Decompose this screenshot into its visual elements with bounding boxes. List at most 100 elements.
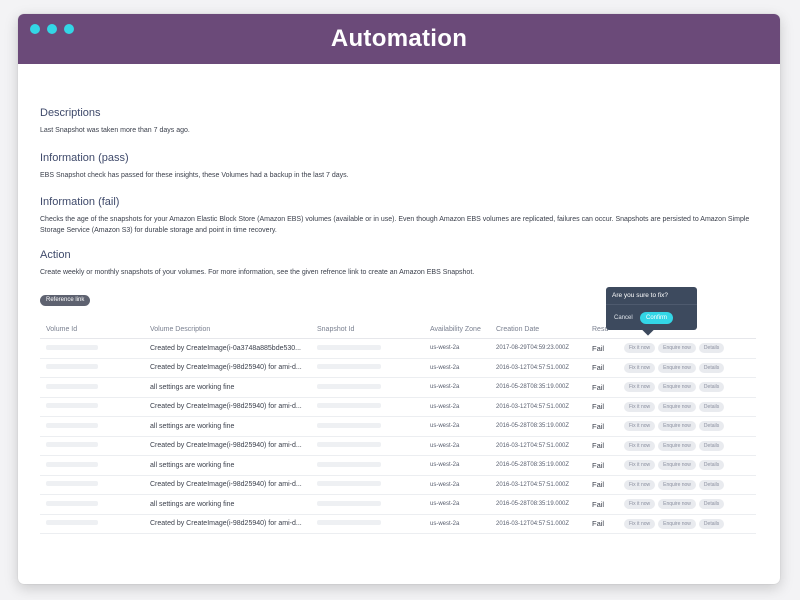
fix-it-now-button[interactable]: Fix it now bbox=[624, 421, 656, 432]
cell-volume-id bbox=[40, 494, 144, 515]
popover-cancel-button[interactable]: Cancel bbox=[614, 315, 633, 321]
cell-creation-date: 2016-05-28T08:35:19.000Z bbox=[490, 494, 586, 515]
redacted-volume-id bbox=[46, 344, 98, 350]
cell-availability-zone: us-west-2a bbox=[424, 436, 490, 456]
cell-volume-description: Created by CreateImage(i-98d25940) for a… bbox=[144, 514, 311, 534]
enquire-now-button[interactable]: Enquire now bbox=[658, 421, 696, 432]
table-row[interactable]: all settings are working fine us-west-2a 2… bbox=[40, 455, 756, 476]
table-row[interactable]: Created by CreateImage(i-98d25940) for a… bbox=[40, 397, 756, 417]
cell-volume-description: Created by CreateImage(i-98d25940) for a… bbox=[144, 436, 311, 456]
enquire-now-button[interactable]: Enquire now bbox=[658, 440, 696, 451]
cell-volume-description: all settings are working fine bbox=[144, 377, 311, 398]
enquire-now-button[interactable]: Enquire now bbox=[658, 343, 696, 354]
details-button[interactable]: Details bbox=[698, 499, 725, 510]
section-title: Descriptions bbox=[40, 107, 101, 119]
popover-confirm-button[interactable]: Confirm bbox=[640, 312, 674, 324]
fix-it-now-button[interactable]: Fix it now bbox=[624, 401, 656, 412]
cell-volume-id bbox=[40, 397, 144, 417]
column-header-volume-description[interactable]: Volume Description bbox=[144, 321, 311, 339]
table-row[interactable]: Created by CreateImage(i-98d25940) for a… bbox=[40, 358, 756, 378]
cell-snapshot-id bbox=[311, 377, 424, 398]
cell-actions: Fix it now Enquire now Details bbox=[618, 416, 756, 437]
reference-link-button[interactable]: Reference link bbox=[40, 295, 91, 306]
table-row[interactable]: Created by CreateImage(i-98d25940) for a… bbox=[40, 436, 756, 456]
enquire-now-button[interactable]: Enquire now bbox=[658, 518, 696, 529]
enquire-now-button[interactable]: Enquire now bbox=[658, 499, 696, 510]
table-row[interactable]: Created by CreateImage(i-98d25940) for a… bbox=[40, 514, 756, 534]
column-header-creation-date[interactable]: Creation Date bbox=[490, 321, 586, 339]
enquire-now-button[interactable]: Enquire now bbox=[658, 479, 696, 490]
window-dot-close[interactable] bbox=[30, 24, 40, 34]
details-button[interactable]: Details bbox=[698, 401, 725, 412]
redacted-snapshot-id bbox=[317, 481, 381, 487]
cell-volume-id bbox=[40, 377, 144, 398]
section-action: Action Create weekly or monthly snapshot… bbox=[40, 249, 758, 278]
cell-result: Fail bbox=[586, 358, 618, 378]
window-controls bbox=[30, 24, 74, 34]
details-button[interactable]: Details bbox=[698, 362, 725, 373]
redacted-volume-id bbox=[46, 481, 98, 487]
cell-snapshot-id bbox=[311, 358, 424, 378]
details-button[interactable]: Details bbox=[698, 479, 725, 490]
fix-it-now-button[interactable]: Fix it now bbox=[624, 440, 656, 451]
table-row[interactable]: Created by CreateImage(i-0a3748a885bde53… bbox=[40, 338, 756, 359]
enquire-now-button[interactable]: Enquire now bbox=[658, 401, 696, 412]
window-dot-maximize[interactable] bbox=[64, 24, 74, 34]
cell-volume-description: Created by CreateImage(i-98d25940) for a… bbox=[144, 475, 311, 495]
redacted-volume-id bbox=[46, 364, 98, 370]
redacted-volume-id bbox=[46, 520, 98, 526]
redacted-volume-id bbox=[46, 403, 98, 409]
table-row[interactable]: Created by CreateImage(i-98d25940) for a… bbox=[40, 475, 756, 495]
window-title: Automation bbox=[330, 25, 468, 52]
details-button[interactable]: Details bbox=[698, 518, 725, 529]
section-information-pass: Information (pass) EBS Snapshot check ha… bbox=[40, 152, 758, 181]
details-button[interactable]: Details bbox=[698, 440, 725, 451]
column-header-availability-zone[interactable]: Availability Zone bbox=[424, 321, 490, 339]
cell-result: Fail bbox=[586, 436, 618, 456]
section-title: Action bbox=[40, 249, 71, 261]
enquire-now-button[interactable]: Enquire now bbox=[658, 460, 696, 471]
details-button[interactable]: Details bbox=[698, 421, 725, 432]
table-row[interactable]: all settings are working fine us-west-2a 2… bbox=[40, 494, 756, 515]
cell-availability-zone: us-west-2a bbox=[424, 338, 490, 359]
redacted-volume-id bbox=[46, 500, 98, 506]
cell-volume-id bbox=[40, 416, 144, 437]
details-button[interactable]: Details bbox=[698, 343, 725, 354]
fix-it-now-button[interactable]: Fix it now bbox=[624, 518, 656, 529]
section-text: EBS Snapshot check has passed for these … bbox=[40, 172, 349, 179]
fix-it-now-button[interactable]: Fix it now bbox=[624, 343, 656, 354]
fix-it-now-button[interactable]: Fix it now bbox=[624, 479, 656, 490]
enquire-now-button[interactable]: Enquire now bbox=[658, 362, 696, 373]
cell-availability-zone: us-west-2a bbox=[424, 358, 490, 378]
cell-result: Fail bbox=[586, 455, 618, 476]
fix-it-now-button[interactable]: Fix it now bbox=[624, 499, 656, 510]
redacted-volume-id bbox=[46, 442, 98, 448]
cell-volume-description: all settings are working fine bbox=[144, 455, 311, 476]
column-header-volume-id[interactable]: Volume Id bbox=[40, 321, 144, 339]
fix-it-now-button[interactable]: Fix it now bbox=[624, 382, 656, 393]
cell-actions: Fix it now Enquire now Details bbox=[618, 436, 756, 456]
redacted-snapshot-id bbox=[317, 461, 381, 467]
table-row[interactable]: all settings are working fine us-west-2a 2… bbox=[40, 377, 756, 398]
column-header-snapshot-id[interactable]: Snapshot Id bbox=[311, 321, 424, 339]
cell-availability-zone: us-west-2a bbox=[424, 514, 490, 534]
fix-it-now-button[interactable]: Fix it now bbox=[624, 460, 656, 471]
cell-volume-id bbox=[40, 475, 144, 495]
enquire-now-button[interactable]: Enquire now bbox=[658, 382, 696, 393]
cell-actions: Fix it now Enquire now Details bbox=[618, 358, 756, 378]
popover-title: Are you sure to fix? bbox=[606, 287, 697, 305]
cell-result: Fail bbox=[586, 397, 618, 417]
redacted-snapshot-id bbox=[317, 442, 381, 448]
cell-snapshot-id bbox=[311, 455, 424, 476]
cell-volume-id bbox=[40, 358, 144, 378]
details-button[interactable]: Details bbox=[698, 382, 725, 393]
cell-creation-date: 2016-05-28T08:35:19.000Z bbox=[490, 416, 586, 437]
cell-availability-zone: us-west-2a bbox=[424, 397, 490, 417]
table-row[interactable]: all settings are working fine us-west-2a 2… bbox=[40, 416, 756, 437]
window-titlebar: Automation bbox=[18, 14, 780, 64]
details-button[interactable]: Details bbox=[698, 460, 725, 471]
fix-it-now-button[interactable]: Fix it now bbox=[624, 362, 656, 373]
window-dot-minimize[interactable] bbox=[47, 24, 57, 34]
cell-creation-date: 2016-03-12T04:57:51.000Z bbox=[490, 514, 586, 534]
section-text: Create weekly or monthly snapshots of yo… bbox=[40, 269, 475, 276]
